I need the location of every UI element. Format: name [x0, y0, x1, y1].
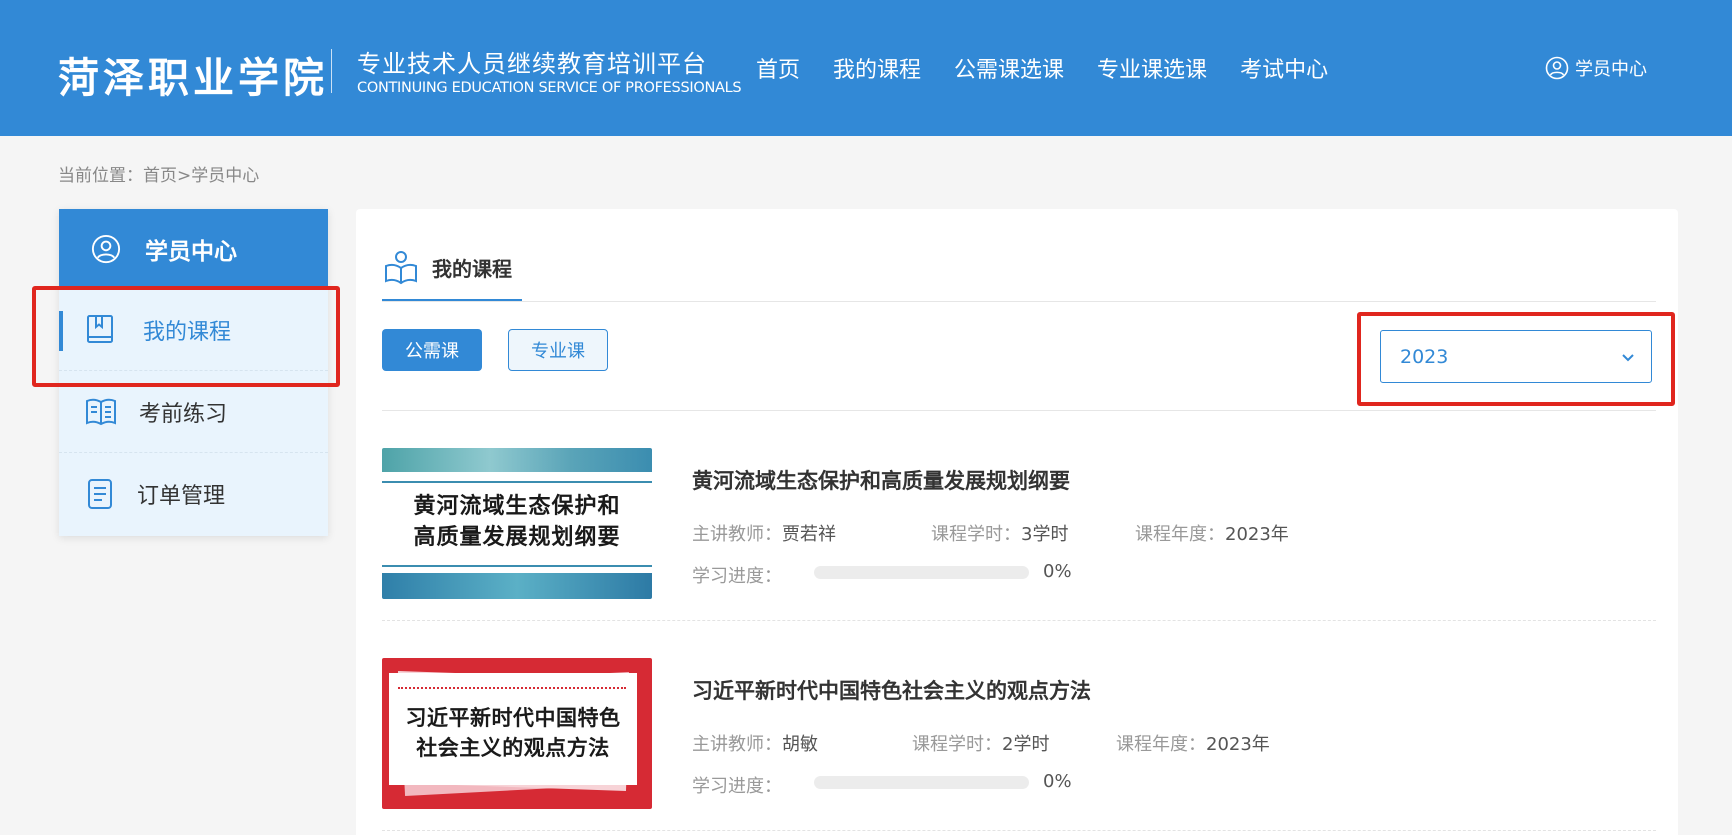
thumbnail-band-bottom: [382, 573, 652, 599]
course-divider: [382, 620, 1656, 621]
course-thumbnail[interactable]: 习近平新时代中国特色 社会主义的观点方法: [382, 658, 652, 809]
thumbnail-text-line-1: 习近平新时代中国特色: [405, 706, 621, 730]
course-item[interactable]: 黄河流域生态保护和 高质量发展规划纲要 黄河流域生态保护和高质量发展规划纲要 主…: [382, 440, 1656, 650]
year-value: 2023年: [1225, 524, 1289, 545]
year-value: 2023年: [1206, 734, 1270, 755]
filter-divider: [382, 410, 1656, 411]
thumbnail-dotted-line: [398, 687, 626, 689]
teacher-value: 胡敏: [782, 734, 818, 755]
course-teacher: 主讲教师：胡敏: [692, 730, 818, 756]
hours-label: 课程学时：: [931, 524, 1021, 545]
thumbnail-band-top: [382, 448, 652, 472]
course-hours: 课程学时：2学时: [912, 730, 1049, 756]
nav-public-course-select[interactable]: 公需课选课: [954, 52, 1064, 84]
thumbnail-text-line-1: 黄河流域生态保护和: [413, 494, 621, 519]
chevron-down-icon: [1622, 354, 1634, 362]
thumbnail-text-line-2: 高质量发展规划纲要: [413, 525, 621, 550]
hours-value: 3学时: [1021, 524, 1069, 545]
document-icon: [88, 479, 112, 509]
top-header: 菏泽职业学院 专业技术人员继续教育培训平台 CONTINUING EDUCATI…: [0, 0, 1732, 136]
thumbnail-text: 黄河流域生态保护和 高质量发展规划纲要: [382, 491, 652, 553]
nav-exam-center[interactable]: 考试中心: [1240, 52, 1328, 84]
hours-value: 2学时: [1002, 734, 1050, 755]
sidebar: 学员中心 我的课程 考前练习 订单管理: [59, 209, 328, 536]
progress-bar: [814, 776, 1029, 789]
sidebar-item-order-management[interactable]: 订单管理: [59, 453, 328, 535]
platform-title: 专业技术人员继续教育培训平台: [357, 50, 707, 78]
book-icon: [87, 314, 113, 343]
platform-subtitle: CONTINUING EDUCATION SERVICE OF PROFESSI…: [357, 80, 742, 96]
nav-home[interactable]: 首页: [756, 52, 800, 84]
year-label: 课程年度：: [1116, 734, 1206, 755]
course-item[interactable]: 习近平新时代中国特色 社会主义的观点方法 习近平新时代中国特色社会主义的观点方法…: [382, 650, 1656, 835]
student-center-link[interactable]: 学员中心: [1545, 55, 1647, 81]
progress-label: 学习进度：: [692, 566, 782, 587]
course-teacher: 主讲教师：贾若祥: [692, 520, 836, 546]
course-year: 课程年度：2023年: [1135, 520, 1289, 546]
year-label: 课程年度：: [1135, 524, 1225, 545]
course-thumbnail[interactable]: 黄河流域生态保护和 高质量发展规划纲要: [382, 448, 652, 599]
teacher-label: 主讲教师：: [692, 734, 782, 755]
progress-value: 0%: [1043, 771, 1072, 792]
course-hours: 课程学时：3学时: [931, 520, 1068, 546]
tab-divider: [382, 301, 1656, 302]
main-nav: 首页 我的课程 公需课选课 专业课选课 考试中心: [756, 52, 1361, 84]
student-center-label: 学员中心: [1575, 59, 1647, 80]
sidebar-title: 学员中心: [145, 239, 237, 265]
logo-divider: [331, 49, 332, 93]
course-title[interactable]: 习近平新时代中国特色社会主义的观点方法: [692, 675, 1091, 705]
course-year: 课程年度：2023年: [1116, 730, 1270, 756]
tab-label: 我的课程: [432, 256, 512, 281]
thumbnail-line-bottom: [382, 565, 652, 567]
nav-professional-course-select[interactable]: 专业课选课: [1097, 52, 1207, 84]
sidebar-item-label: 订单管理: [137, 484, 226, 509]
sidebar-item-label: 我的课程: [143, 319, 232, 345]
open-book-icon: [86, 398, 116, 425]
year-select[interactable]: 2023: [1380, 330, 1652, 383]
main-panel: 我的课程 公需课 专业课 2023 黄河流域生态保护和 高质量发展规划纲要 黄河…: [356, 209, 1678, 835]
tab-my-courses[interactable]: 我的课程: [382, 249, 512, 285]
year-select-value: 2023: [1400, 345, 1449, 368]
teacher-value: 贾若祥: [782, 524, 836, 545]
teacher-label: 主讲教师：: [692, 524, 782, 545]
sidebar-item-my-courses[interactable]: 我的课程: [59, 289, 328, 371]
sidebar-item-pre-exam-practice[interactable]: 考前练习: [59, 371, 328, 453]
thumbnail-line-top: [382, 481, 652, 483]
reading-person-icon: [385, 251, 417, 285]
progress-label: 学习进度：: [692, 776, 782, 797]
sidebar-item-label: 考前练习: [139, 401, 228, 427]
hours-label: 课程学时：: [912, 734, 1002, 755]
nav-my-courses[interactable]: 我的课程: [833, 52, 921, 84]
course-divider: [382, 830, 1656, 831]
user-circle-icon: [1545, 56, 1569, 80]
sidebar-header: 学员中心: [59, 209, 328, 289]
filter-professional-course-button[interactable]: 专业课: [508, 329, 608, 371]
thumbnail-text-line-2: 社会主义的观点方法: [416, 736, 610, 760]
course-title[interactable]: 黄河流域生态保护和高质量发展规划纲要: [692, 465, 1070, 495]
filter-public-course-button[interactable]: 公需课: [382, 329, 482, 371]
progress-value: 0%: [1043, 561, 1072, 582]
user-circle-icon: [91, 234, 121, 264]
breadcrumb: 当前位置：首页>学员中心: [58, 166, 260, 186]
thumbnail-text: 习近平新时代中国特色 社会主义的观点方法: [382, 703, 644, 763]
college-logo[interactable]: 菏泽职业学院: [58, 44, 328, 104]
progress-bar: [814, 566, 1029, 579]
